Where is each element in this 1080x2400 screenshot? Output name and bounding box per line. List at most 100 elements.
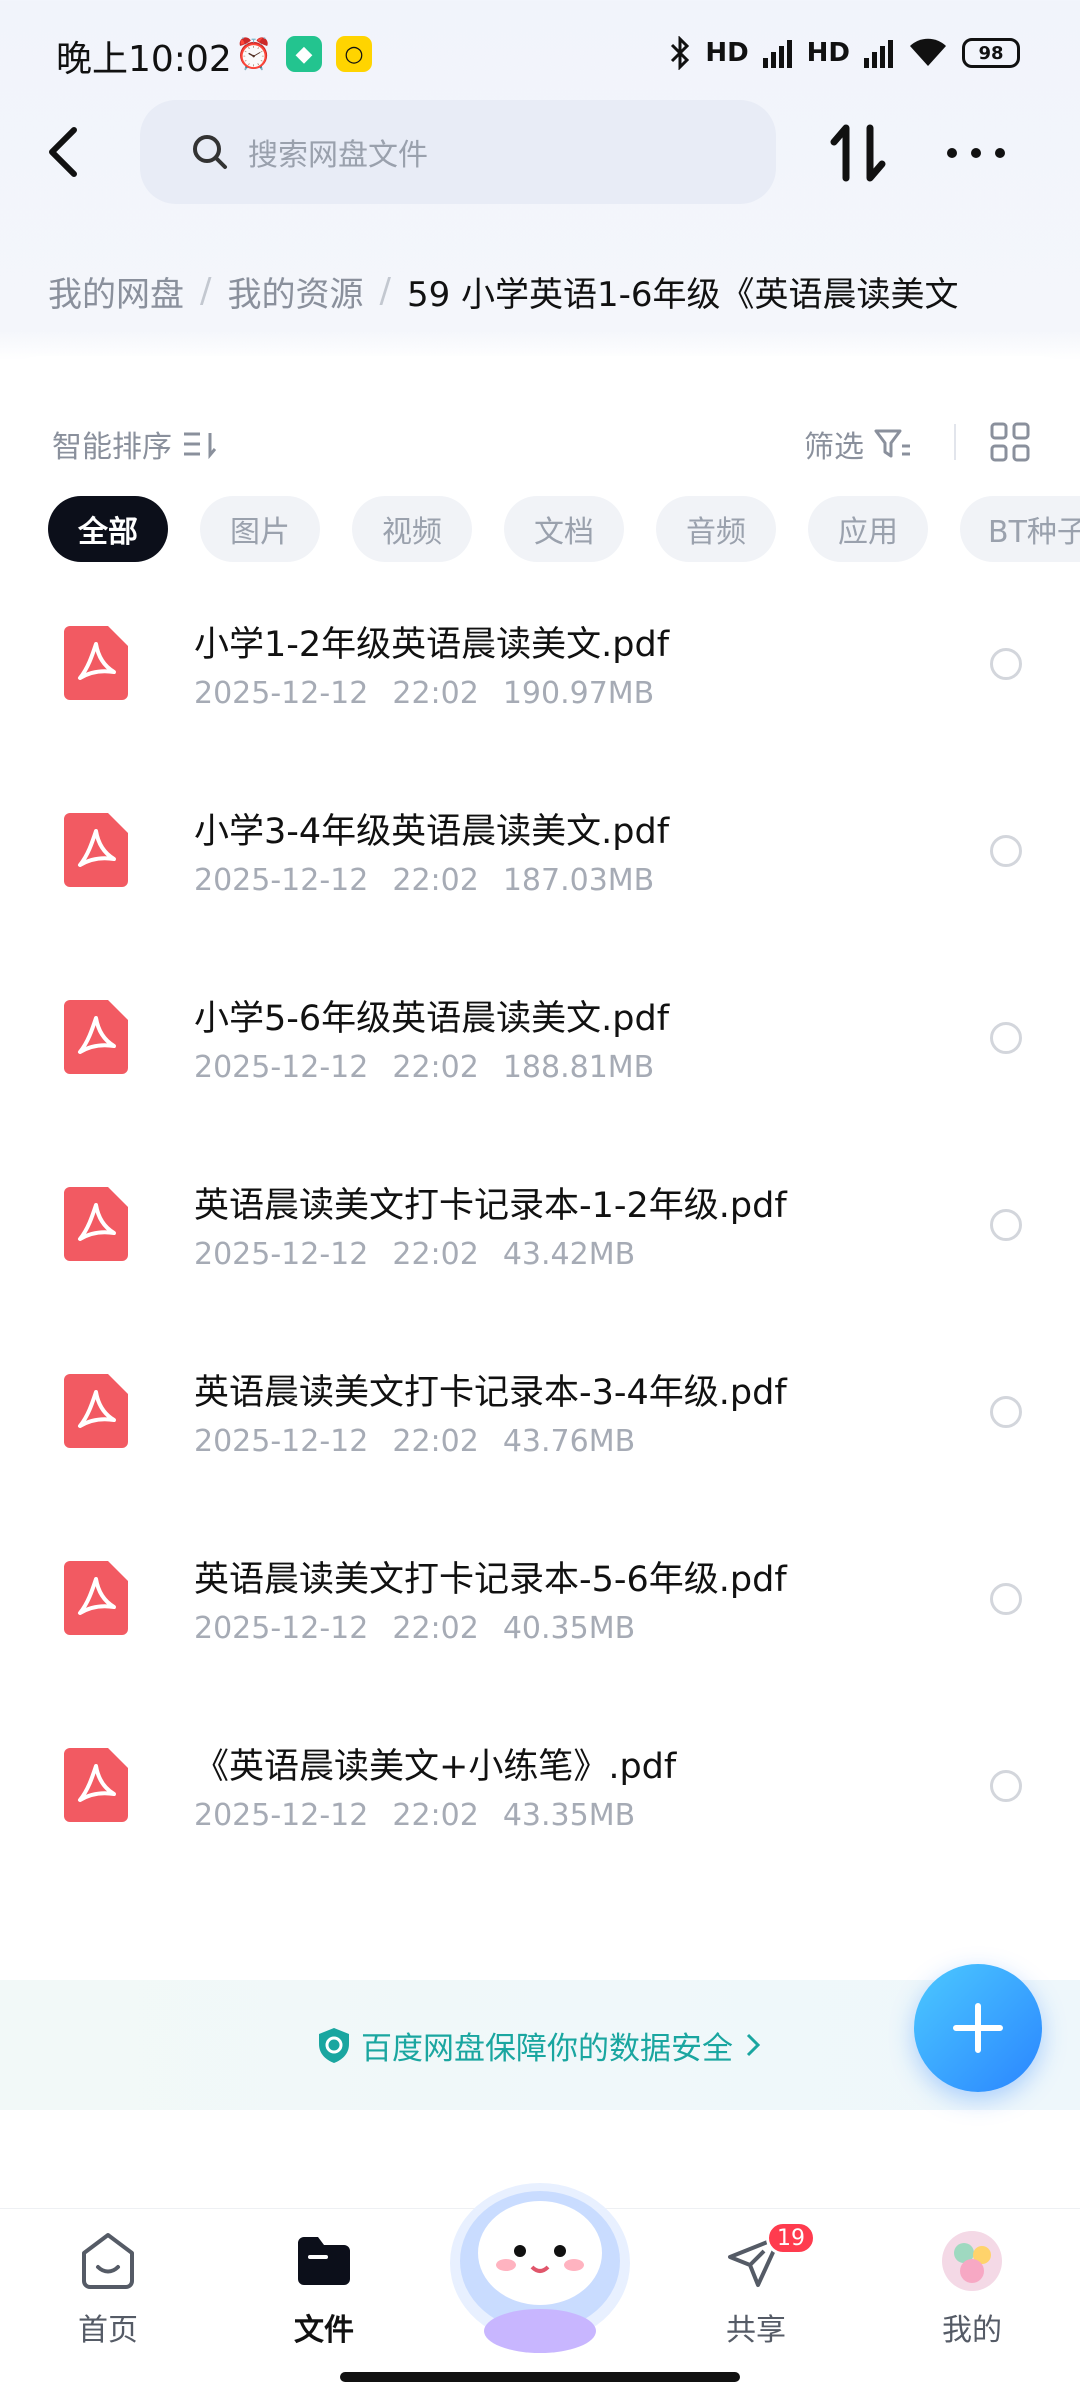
file-date: 2025-12-12 [194, 676, 369, 711]
safety-banner-content: 百度网盘保障你的数据安全 [317, 2023, 763, 2068]
filter-icon [874, 429, 910, 458]
file-select-radio[interactable] [990, 1770, 1022, 1802]
file-row[interactable]: 《英语晨读美文+小练笔》.pdf 2025-12-12 22:02 43.35MB [0, 1708, 1080, 1895]
nav-share[interactable]: 19 共享 [686, 2221, 826, 2349]
file-name: 小学5-6年级英语晨读美文.pdf [194, 999, 670, 1039]
file-select-radio[interactable] [990, 1396, 1022, 1428]
file-meta: 2025-12-12 22:02 43.35MB [194, 1798, 659, 1833]
file-row[interactable]: 英语晨读美文打卡记录本-3-4年级.pdf 2025-12-12 22:02 43.… [0, 1334, 1080, 1521]
file-date: 2025-12-12 [194, 1798, 369, 1833]
nav-home[interactable]: 首页 [38, 2229, 178, 2349]
search-input[interactable]: 搜索网盘文件 [140, 100, 776, 204]
chip-audio[interactable]: 音频 [656, 496, 776, 562]
nav-share-label: 共享 [726, 2313, 786, 2348]
breadcrumb: 我的网盘 / 我的资源 / 59 小学英语1-6年级《英语晨读美文 [48, 266, 1080, 316]
chip-all[interactable]: 全部 [48, 496, 168, 562]
nav-mine-label: 我的 [942, 2313, 1002, 2348]
file-size: 43.35MB [502, 1798, 636, 1833]
signal-hd-label-2: HD [806, 38, 850, 68]
file-row[interactable]: 小学1-2年级英语晨读美文.pdf 2025-12-12 22:02 190.97M… [0, 586, 1080, 773]
battery-level: 98 [978, 42, 1004, 64]
file-time: 22:02 [392, 676, 479, 711]
chip-apps[interactable]: 应用 [808, 496, 928, 562]
status-bar: 晚上10:02 ⏰ ◆ ○ HD HD 98 [0, 0, 1080, 110]
nav-files-label: 文件 [294, 2313, 354, 2348]
safety-banner-text: 百度网盘保障你的数据安全 [361, 2030, 733, 2067]
shield-icon [319, 2028, 349, 2063]
pdf-file-icon [64, 1748, 128, 1822]
pdf-file-icon [64, 1000, 128, 1074]
pdf-file-icon [64, 1187, 128, 1261]
file-row[interactable]: 小学5-6年级英语晨读美文.pdf 2025-12-12 22:02 188.81M… [0, 960, 1080, 1147]
file-select-radio[interactable] [990, 1583, 1022, 1615]
app-notification-icon: ◆ [286, 36, 322, 72]
file-name: 《英语晨读美文+小练笔》.pdf [194, 1747, 677, 1787]
header: 搜索网盘文件 [0, 100, 1080, 204]
file-size: 187.03MB [502, 863, 655, 898]
file-date: 2025-12-12 [194, 1237, 369, 1272]
file-size: 40.35MB [502, 1611, 636, 1646]
profile-avatar-icon [942, 2231, 1002, 2291]
file-size: 190.97MB [502, 676, 655, 711]
back-arrow-icon[interactable] [40, 122, 90, 182]
home-icon [82, 2233, 134, 2289]
home-indicator[interactable] [340, 2372, 740, 2382]
bluetooth-icon [671, 36, 690, 70]
sort-order-icon [184, 432, 217, 459]
chip-bt-torrents[interactable]: BT种子 [960, 496, 1080, 562]
signal-hd-label-1: HD [705, 38, 749, 68]
status-notification-icons: ⏰ ◆ ○ [235, 36, 372, 72]
breadcrumb-current: 59 小学英语1-6年级《英语晨读美文 [406, 274, 959, 315]
file-meta: 2025-12-12 22:02 43.42MB [194, 1237, 659, 1272]
breadcrumb-item-my-resources[interactable]: 我的资源 [227, 267, 363, 316]
mascot-avatar[interactable] [440, 2153, 640, 2353]
file-select-radio[interactable] [990, 1022, 1022, 1054]
file-meta: 2025-12-12 22:02 190.97MB [194, 676, 678, 711]
file-select-radio[interactable] [990, 835, 1022, 867]
file-row[interactable]: 英语晨读美文打卡记录本-1-2年级.pdf 2025-12-12 22:02 43.… [0, 1147, 1080, 1334]
file-time: 22:02 [392, 1237, 479, 1272]
file-sheet: 智能排序 筛选 全部 图片 视频 文档 音频 应用 BT种子 小学1-2年级英语… [0, 356, 1080, 2196]
transfer-sort-icon[interactable] [826, 118, 890, 188]
file-row[interactable]: 小学3-4年级英语晨读美文.pdf 2025-12-12 22:02 187.03M… [0, 773, 1080, 960]
breadcrumb-separator: / [200, 271, 212, 311]
file-name: 英语晨读美文打卡记录本-5-6年级.pdf [194, 1560, 787, 1600]
file-time: 22:02 [392, 1798, 479, 1833]
plus-icon [953, 2003, 1003, 2053]
more-options-icon[interactable] [944, 138, 1008, 168]
file-name: 英语晨读美文打卡记录本-3-4年级.pdf [194, 1373, 787, 1413]
file-select-radio[interactable] [990, 1209, 1022, 1241]
category-chips: 全部 图片 视频 文档 音频 应用 BT种子 [48, 496, 1080, 562]
filter-label: 筛选 [804, 430, 864, 465]
status-system-icons: HD HD 98 [669, 36, 1020, 70]
file-date: 2025-12-12 [194, 1050, 369, 1085]
file-row[interactable]: 英语晨读美文打卡记录本-5-6年级.pdf 2025-12-12 22:02 40.… [0, 1521, 1080, 1708]
breadcrumb-item-my-disk[interactable]: 我的网盘 [48, 267, 184, 316]
search-icon [193, 135, 227, 169]
toolbar-divider [954, 424, 956, 460]
nav-mine[interactable]: 我的 [902, 2229, 1042, 2349]
chip-videos[interactable]: 视频 [352, 496, 472, 562]
grid-view-icon[interactable] [990, 422, 1030, 462]
nav-files[interactable]: 文件 [254, 2229, 394, 2349]
add-button[interactable] [914, 1964, 1042, 2092]
pdf-file-icon [64, 1561, 128, 1635]
file-list: 小学1-2年级英语晨读美文.pdf 2025-12-12 22:02 190.97M… [0, 586, 1080, 1895]
file-time: 22:02 [392, 1424, 479, 1459]
chip-images[interactable]: 图片 [200, 496, 320, 562]
smart-sort-button[interactable]: 智能排序 [52, 422, 218, 466]
file-meta: 2025-12-12 22:02 187.03MB [194, 863, 678, 898]
file-select-radio[interactable] [990, 648, 1022, 680]
file-meta: 2025-12-12 22:02 40.35MB [194, 1611, 659, 1646]
signal-icon-2 [864, 40, 893, 68]
file-name: 小学3-4年级英语晨读美文.pdf [194, 812, 670, 852]
folder-icon [298, 2237, 350, 2285]
file-date: 2025-12-12 [194, 1611, 369, 1646]
filter-button[interactable]: 筛选 [804, 422, 912, 466]
file-size: 43.42MB [502, 1237, 636, 1272]
file-time: 22:02 [392, 1050, 479, 1085]
chip-documents[interactable]: 文档 [504, 496, 624, 562]
battery-icon: 98 [962, 38, 1020, 68]
smart-sort-label: 智能排序 [52, 430, 172, 465]
file-name: 小学1-2年级英语晨读美文.pdf [194, 625, 670, 665]
